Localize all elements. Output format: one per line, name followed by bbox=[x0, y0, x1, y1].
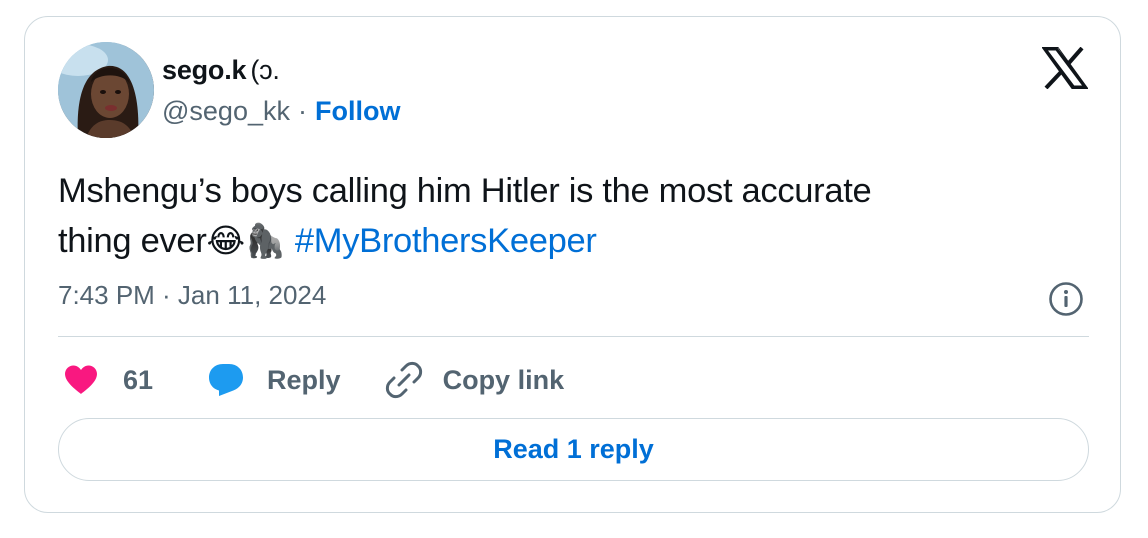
tweet-text: Mshengu’s boys calling him Hitler is the… bbox=[58, 167, 1078, 266]
read-replies-label: Read 1 reply bbox=[493, 434, 654, 464]
like-button[interactable]: 61 bbox=[63, 364, 153, 396]
like-count: 61 bbox=[123, 364, 154, 395]
display-name-row[interactable]: sego.k (ɔ. bbox=[162, 55, 280, 86]
display-name[interactable]: sego.k bbox=[162, 55, 247, 86]
divider bbox=[58, 336, 1089, 337]
gorilla-emoji: 🦍 bbox=[244, 222, 286, 259]
avatar[interactable] bbox=[58, 42, 154, 138]
user-handle[interactable]: @sego_kk bbox=[162, 96, 290, 127]
action-bar: 61 Reply Copy link bbox=[63, 360, 564, 400]
copy-link-label: Copy link bbox=[442, 364, 565, 395]
copy-link-button[interactable]: Copy link bbox=[385, 361, 565, 399]
reply-bubble-icon bbox=[209, 364, 244, 396]
read-replies-button[interactable]: Read 1 reply bbox=[58, 418, 1089, 481]
reply-button[interactable]: Reply bbox=[207, 362, 341, 398]
hashtag-link[interactable]: #MyBrothersKeeper bbox=[295, 222, 597, 260]
link-icon bbox=[385, 361, 422, 399]
tweet-text-line-1: Mshengu’s boys calling him Hitler is the… bbox=[58, 172, 872, 210]
profile-photo-icon bbox=[58, 42, 154, 138]
tears-of-joy-emoji: 😂 bbox=[206, 222, 246, 259]
reply-label: Reply bbox=[267, 364, 341, 395]
follow-button[interactable]: Follow bbox=[315, 96, 400, 127]
handle-row: @sego_kk · Follow bbox=[162, 96, 400, 127]
heart-icon bbox=[65, 365, 97, 394]
tweet-timestamp[interactable]: 7:43 PM · Jan 11, 2024 bbox=[58, 280, 326, 311]
info-icon[interactable] bbox=[1048, 281, 1084, 317]
x-logo-icon[interactable] bbox=[1042, 47, 1088, 89]
tweet-card: sego.k (ɔ. @sego_kk · Follow Mshengu’s b… bbox=[24, 16, 1121, 513]
tweet-text-line-2: thing ever😂🦍 #MyBrothersKeeper bbox=[58, 216, 1078, 266]
name-symbol: (ɔ. bbox=[250, 55, 280, 85]
tweet-text-line-2-text: thing ever bbox=[58, 222, 207, 260]
separator-dot: · bbox=[297, 96, 307, 126]
